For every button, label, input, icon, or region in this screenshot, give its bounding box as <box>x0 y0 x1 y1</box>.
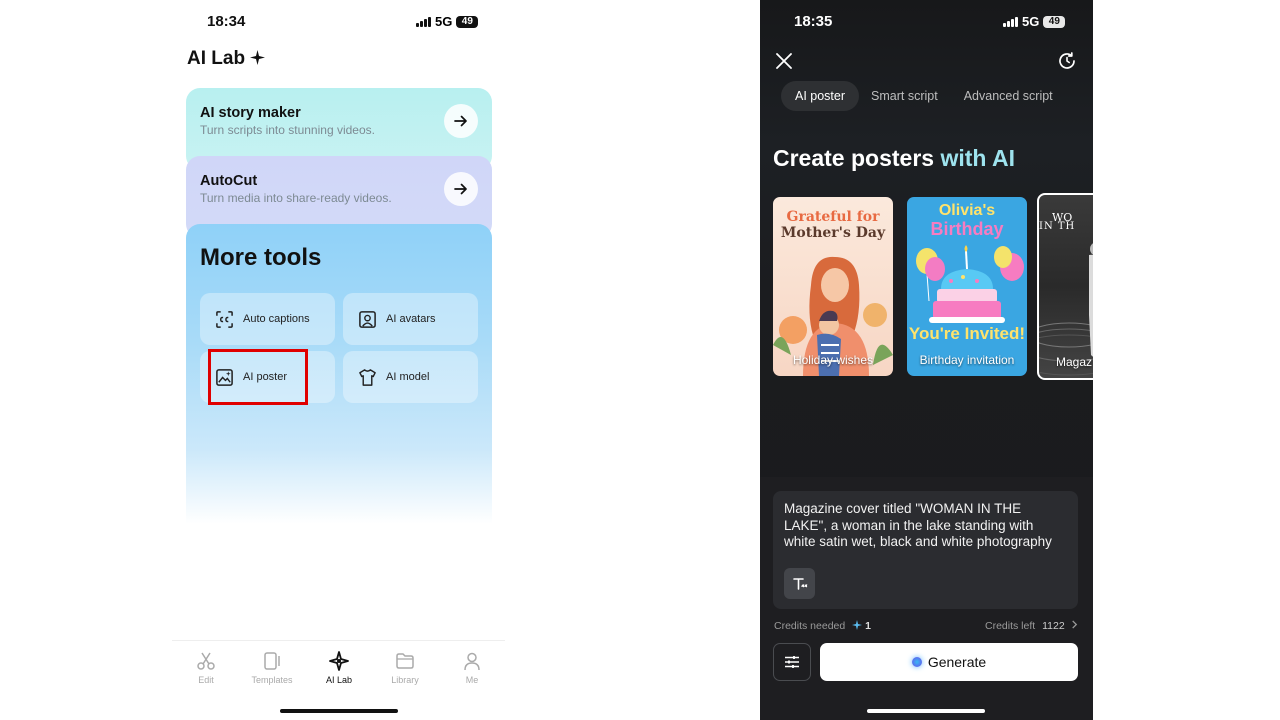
prompt-text: Magazine cover titled "WOMAN IN THE LAKE… <box>784 501 1052 549</box>
prompt-textarea[interactable]: Magazine cover titled "WOMAN IN THE LAKE… <box>773 491 1078 609</box>
status-indicators: 5G 49 <box>1003 14 1066 29</box>
history-icon[interactable] <box>1058 52 1076 70</box>
card-subtitle: Turn media into share-ready videos. <box>200 191 392 205</box>
tab-advanced-script[interactable]: Advanced script <box>964 81 1067 111</box>
tab-label: Me <box>465 675 479 685</box>
battery-icon: 49 <box>1043 15 1066 28</box>
ai-avatars-tool[interactable]: AI avatars <box>343 293 478 345</box>
poster-magazine[interactable]: WO IN TH Magaz <box>1037 193 1093 380</box>
page-title-text: AI Lab <box>187 48 246 69</box>
poster-art-text: IN TH <box>1039 221 1076 232</box>
credits-needed-value: 1 <box>865 620 871 632</box>
tab-label: Templates <box>251 675 293 685</box>
tool-label: AI avatars <box>386 313 436 325</box>
card-subtitle: Turn scripts into stunning videos. <box>200 123 375 137</box>
captions-icon <box>216 310 233 328</box>
tab-label: Library <box>391 675 419 685</box>
poster-art-text: Mother's Day <box>780 225 886 241</box>
arrow-right-icon <box>454 115 467 127</box>
bottom-tab-bar: Edit Templates AI Lab Library Me <box>172 640 505 720</box>
avatar-icon <box>359 310 376 328</box>
credits-needed-label: Credits needed <box>774 620 846 632</box>
home-indicator <box>867 709 985 713</box>
tab-label: AI Lab <box>325 675 353 685</box>
more-tools-title: More tools <box>200 244 322 271</box>
signal-icon <box>1003 16 1018 27</box>
tab-smart-script[interactable]: Smart script <box>871 81 952 111</box>
templates-icon <box>264 652 280 670</box>
person-icon <box>464 652 480 671</box>
birthday-cake-illustration <box>916 245 1024 323</box>
poster-art-text: Birthday <box>930 219 1004 239</box>
network-label: 5G <box>1022 14 1040 29</box>
poster-birthday-invitation[interactable]: Olivia's Birthday You're Invited! Birthd… <box>907 197 1027 376</box>
close-icon[interactable] <box>776 53 792 69</box>
status-time: 18:35 <box>794 13 833 30</box>
tab-edit[interactable]: Edit <box>176 651 236 685</box>
text-format-button[interactable] <box>784 568 815 599</box>
scissors-icon <box>197 652 215 670</box>
page-title: AI Lab <box>187 48 266 70</box>
card-title: AutoCut <box>200 173 258 189</box>
headline-accent: with AI <box>940 145 1015 171</box>
ai-orb-icon <box>911 657 922 667</box>
headline: Create posters with AI <box>773 145 1015 172</box>
tool-label: Auto captions <box>243 313 310 325</box>
tool-label: AI model <box>386 371 430 383</box>
ai-model-tool[interactable]: AI model <box>343 351 478 403</box>
tab-me[interactable]: Me <box>442 651 502 685</box>
poster-art-text: Grateful for <box>786 209 880 225</box>
home-indicator <box>280 709 398 713</box>
status-indicators: 5G 49 <box>416 14 479 29</box>
poster-caption: Holiday wishes <box>792 353 874 367</box>
sliders-icon <box>785 656 799 668</box>
poster-art-text: You're Invited! <box>908 324 1026 343</box>
network-label: 5G <box>435 14 453 29</box>
folder-icon <box>396 653 414 669</box>
ai-lab-icon <box>329 651 349 671</box>
tab-ai-poster[interactable]: AI poster <box>781 81 860 111</box>
credits-left-label: Credits left <box>985 620 1036 632</box>
card-title: AI story maker <box>200 105 301 121</box>
settings-button[interactable] <box>773 643 811 681</box>
generate-label: Generate <box>927 654 987 670</box>
highlight-box <box>208 349 308 405</box>
left-phone-screen: 18:34 5G 49 AI Lab AI story maker Turn s… <box>172 0 505 720</box>
text-format-icon <box>792 577 807 590</box>
tshirt-icon <box>359 368 376 386</box>
tab-ai-lab[interactable]: AI Lab <box>309 651 369 685</box>
sparkle-icon <box>250 50 266 65</box>
mode-tabs: AI poster Smart script Advanced script <box>781 81 1067 111</box>
generate-button[interactable]: Generate <box>820 643 1078 681</box>
chevron-right-icon <box>1071 620 1077 629</box>
tab-label: Edit <box>198 675 214 685</box>
signal-icon <box>416 16 431 27</box>
sparkle-icon <box>852 620 863 630</box>
credits-left-value: 1122 <box>1042 620 1065 632</box>
battery-icon: 49 <box>456 15 479 28</box>
right-phone-screen: 18:35 5G 49 AI poster Smart script Advan… <box>760 0 1093 720</box>
arrow-right-button[interactable] <box>444 104 478 138</box>
poster-holiday-wishes[interactable]: Grateful for Mother's Day Holiday wishes <box>773 197 893 376</box>
auto-captions-tool[interactable]: Auto captions <box>200 293 335 345</box>
status-time: 18:34 <box>207 13 246 30</box>
credits-needed: Credits needed 1 <box>774 620 871 632</box>
poster-art-text: Olivia's <box>938 202 996 219</box>
arrow-right-icon <box>454 183 467 195</box>
credits-left[interactable]: Credits left 1122 <box>985 620 1078 632</box>
arrow-right-button[interactable] <box>444 172 478 206</box>
headline-main: Create posters <box>773 145 941 171</box>
poster-caption: Magaz <box>1056 355 1093 369</box>
poster-caption: Birthday invitation <box>919 353 1015 367</box>
tab-library[interactable]: Library <box>375 651 435 685</box>
tab-templates[interactable]: Templates <box>242 651 302 685</box>
